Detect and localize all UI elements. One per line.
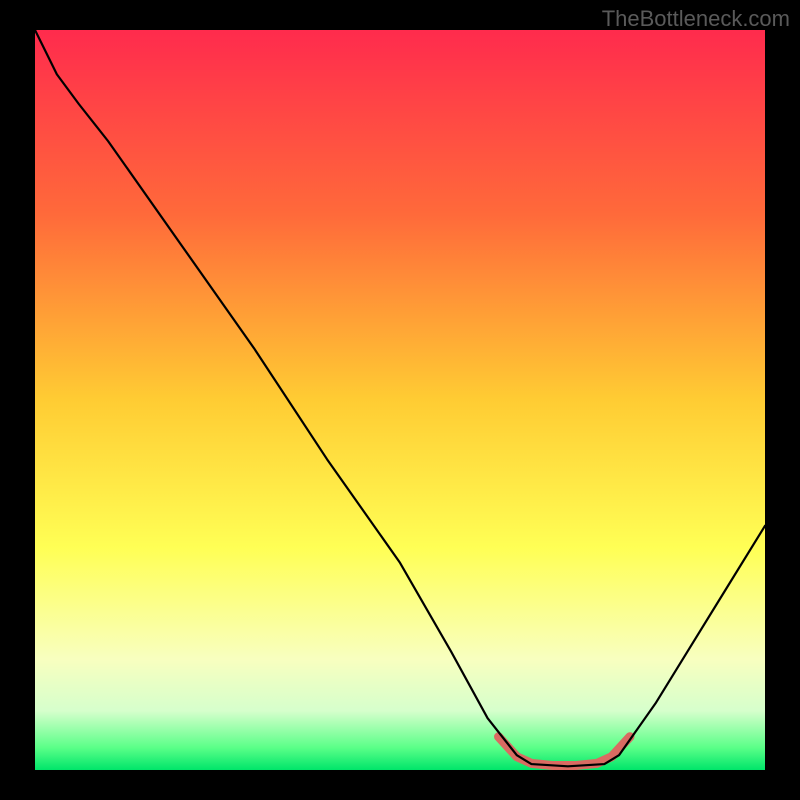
main-curve-path (35, 30, 765, 766)
chart-container: TheBottleneck.com (0, 0, 800, 800)
plot-area (35, 30, 765, 770)
watermark-text: TheBottleneck.com (602, 6, 790, 32)
curve-layer (35, 30, 765, 770)
